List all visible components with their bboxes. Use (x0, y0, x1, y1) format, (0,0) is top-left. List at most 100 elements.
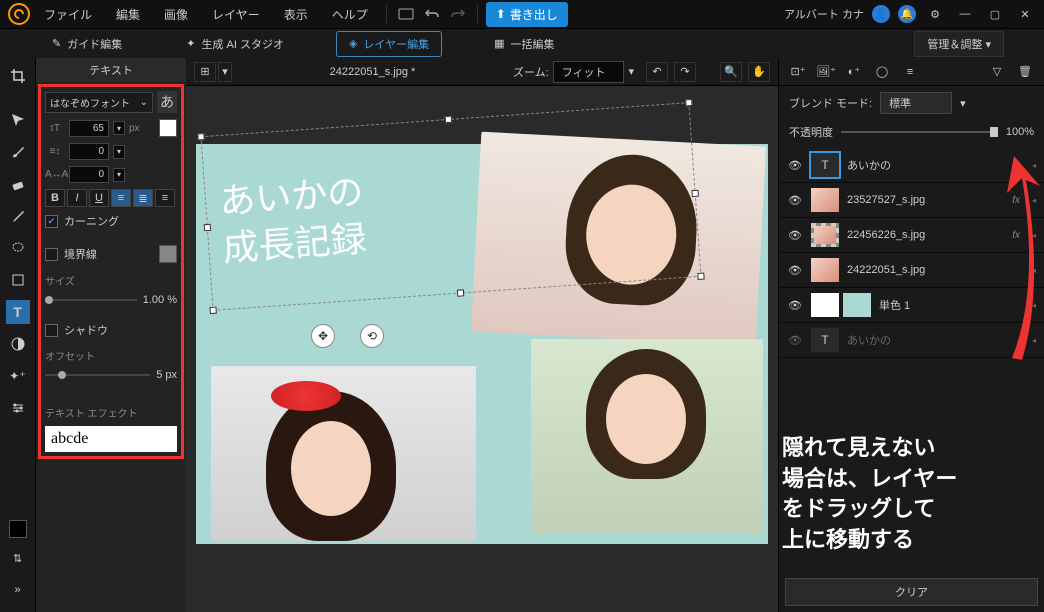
settings-icon[interactable]: ⚙ (924, 3, 946, 25)
layer-row[interactable]: 👁Tあいかの◂ (779, 323, 1044, 358)
menu-image[interactable]: 画像 (154, 6, 198, 23)
canvas[interactable]: あいかの 成長記録 ✥ ⟲ (196, 144, 768, 544)
layer-thumbnail[interactable] (811, 258, 839, 282)
expand-icon[interactable]: ◂ (1032, 301, 1036, 310)
font-size-input[interactable]: 65 (69, 120, 109, 137)
menu-view[interactable]: 表示 (274, 6, 318, 23)
font-select[interactable]: はなぞめフォント⌄ (45, 92, 153, 113)
menu-help[interactable]: ヘルプ (322, 6, 378, 23)
chevron-down-icon[interactable]: ▾ (113, 121, 125, 135)
photo-layer[interactable] (531, 339, 763, 534)
manage-button[interactable]: 管理＆調整 ▾ (914, 31, 1004, 57)
size-slider[interactable] (45, 299, 137, 301)
text-tool[interactable]: T (6, 300, 30, 324)
layer-thumbnail[interactable] (811, 188, 839, 212)
menu-layer[interactable]: レイヤー (202, 6, 270, 23)
move-handle[interactable]: ✥ (311, 324, 335, 348)
line-spacing-input[interactable]: 0 (69, 143, 109, 160)
effect-preview[interactable]: abcde (45, 426, 177, 452)
fx-badge[interactable]: fx (1012, 160, 1020, 171)
add-adjust-icon[interactable]: ◐⁺ (843, 62, 865, 82)
visibility-toggle[interactable]: 👁 (787, 334, 803, 347)
visibility-toggle[interactable]: 👁 (787, 299, 803, 312)
lasso-tool[interactable] (6, 236, 30, 260)
add-mask-icon[interactable]: ◯ (871, 62, 893, 82)
layer-row[interactable]: 👁23527527_s.jpgfx◂ (779, 183, 1044, 218)
effects-tool[interactable]: ✦⁺ (6, 364, 30, 388)
mode-guide[interactable]: ✎ガイド編集 (40, 32, 134, 56)
offset-slider[interactable] (45, 374, 150, 376)
add-layer-icon[interactable]: ⊡⁺ (787, 62, 809, 82)
photo-layer[interactable] (211, 366, 476, 541)
fx-badge[interactable]: fx (1012, 195, 1020, 206)
mode-ai[interactable]: ✦生成 AI スタジオ (174, 32, 296, 56)
grid-dropdown[interactable]: ▾ (218, 62, 232, 82)
zoom-tool[interactable]: 🔍 (720, 62, 742, 82)
brush-tool[interactable] (6, 140, 30, 164)
rotate-right-icon[interactable]: ↷ (674, 62, 696, 82)
adjust-tool[interactable] (6, 396, 30, 420)
swap-colors-icon[interactable]: ⇅ (6, 546, 30, 570)
maximize-icon[interactable]: ▢ (984, 3, 1006, 25)
shape-tool[interactable] (6, 268, 30, 292)
menu-file[interactable]: ファイル (34, 6, 102, 23)
close-icon[interactable]: ✕ (1014, 3, 1036, 25)
export-button[interactable]: ⬆ 書き出し (486, 2, 568, 27)
minimize-icon[interactable]: — (954, 3, 976, 25)
list-icon[interactable]: ≡ (899, 62, 921, 82)
chevron-down-icon[interactable]: ▾ (113, 145, 125, 159)
align-right-button[interactable]: ≡ (155, 189, 175, 207)
visibility-toggle[interactable]: 👁 (787, 229, 803, 242)
chevron-down-icon[interactable]: ▾ (113, 168, 125, 182)
layer-row[interactable]: 👁22456226_s.jpgfx◂ (779, 218, 1044, 253)
layer-row[interactable]: 👁単色 1◂ (779, 288, 1044, 323)
redo-icon[interactable] (447, 3, 469, 25)
expand-icon[interactable]: » (6, 578, 30, 602)
layer-thumbnail[interactable]: T (811, 328, 839, 352)
crop-tool[interactable] (6, 64, 30, 88)
eraser-tool[interactable] (6, 172, 30, 196)
fx-badge[interactable]: fx (1012, 230, 1020, 241)
expand-icon[interactable]: ◂ (1032, 336, 1036, 345)
visibility-toggle[interactable]: 👁 (787, 194, 803, 207)
move-tool[interactable] (6, 108, 30, 132)
shadow-checkbox[interactable] (45, 324, 58, 337)
add-image-icon[interactable]: 🖼⁺ (815, 62, 837, 82)
clear-button[interactable]: クリア (785, 578, 1038, 606)
border-color[interactable] (159, 245, 177, 263)
zoom-select[interactable]: フィット (553, 61, 625, 83)
layer-thumbnail[interactable] (843, 293, 871, 317)
italic-button[interactable]: I (67, 189, 87, 207)
opacity-slider[interactable] (841, 131, 998, 133)
text-color-swatch[interactable] (159, 119, 177, 137)
layer-thumbnail[interactable] (811, 223, 839, 247)
visibility-toggle[interactable]: 👁 (787, 159, 803, 172)
expand-icon[interactable]: ◂ (1032, 231, 1036, 240)
chevron-down-icon[interactable]: ▾ (628, 65, 634, 78)
expand-icon[interactable]: ◂ (1032, 266, 1036, 275)
tablet-icon[interactable] (395, 3, 417, 25)
mode-layer[interactable]: ◈レイヤー編集 (336, 31, 442, 57)
canvas-text[interactable]: あいかの 成長記録 (218, 169, 368, 272)
pen-tool[interactable] (6, 204, 30, 228)
canvas-view[interactable]: あいかの 成長記録 ✥ ⟲ (186, 86, 778, 612)
hand-tool[interactable]: ✋ (748, 62, 770, 82)
undo-icon[interactable] (421, 3, 443, 25)
visibility-toggle[interactable]: 👁 (787, 264, 803, 277)
expand-icon[interactable]: ◂ (1032, 196, 1036, 205)
app-logo[interactable] (8, 3, 30, 25)
align-center-button[interactable]: ≣ (133, 189, 153, 207)
rotate-left-icon[interactable]: ↶ (646, 62, 668, 82)
foreground-color[interactable] (9, 520, 27, 538)
mode-batch[interactable]: ▦一括編集 (482, 32, 566, 56)
char-spacing-input[interactable]: 0 (69, 166, 109, 183)
expand-icon[interactable]: ◂ (1032, 161, 1036, 170)
bold-button[interactable]: B (45, 189, 65, 207)
kerning-checkbox[interactable] (45, 215, 58, 228)
border-checkbox[interactable] (45, 248, 58, 261)
photo-layer[interactable] (471, 132, 766, 347)
underline-button[interactable]: U (89, 189, 109, 207)
menu-edit[interactable]: 編集 (106, 6, 150, 23)
layer-row[interactable]: 👁24222051_s.jpg◂ (779, 253, 1044, 288)
layer-thumbnail[interactable]: T (811, 153, 839, 177)
